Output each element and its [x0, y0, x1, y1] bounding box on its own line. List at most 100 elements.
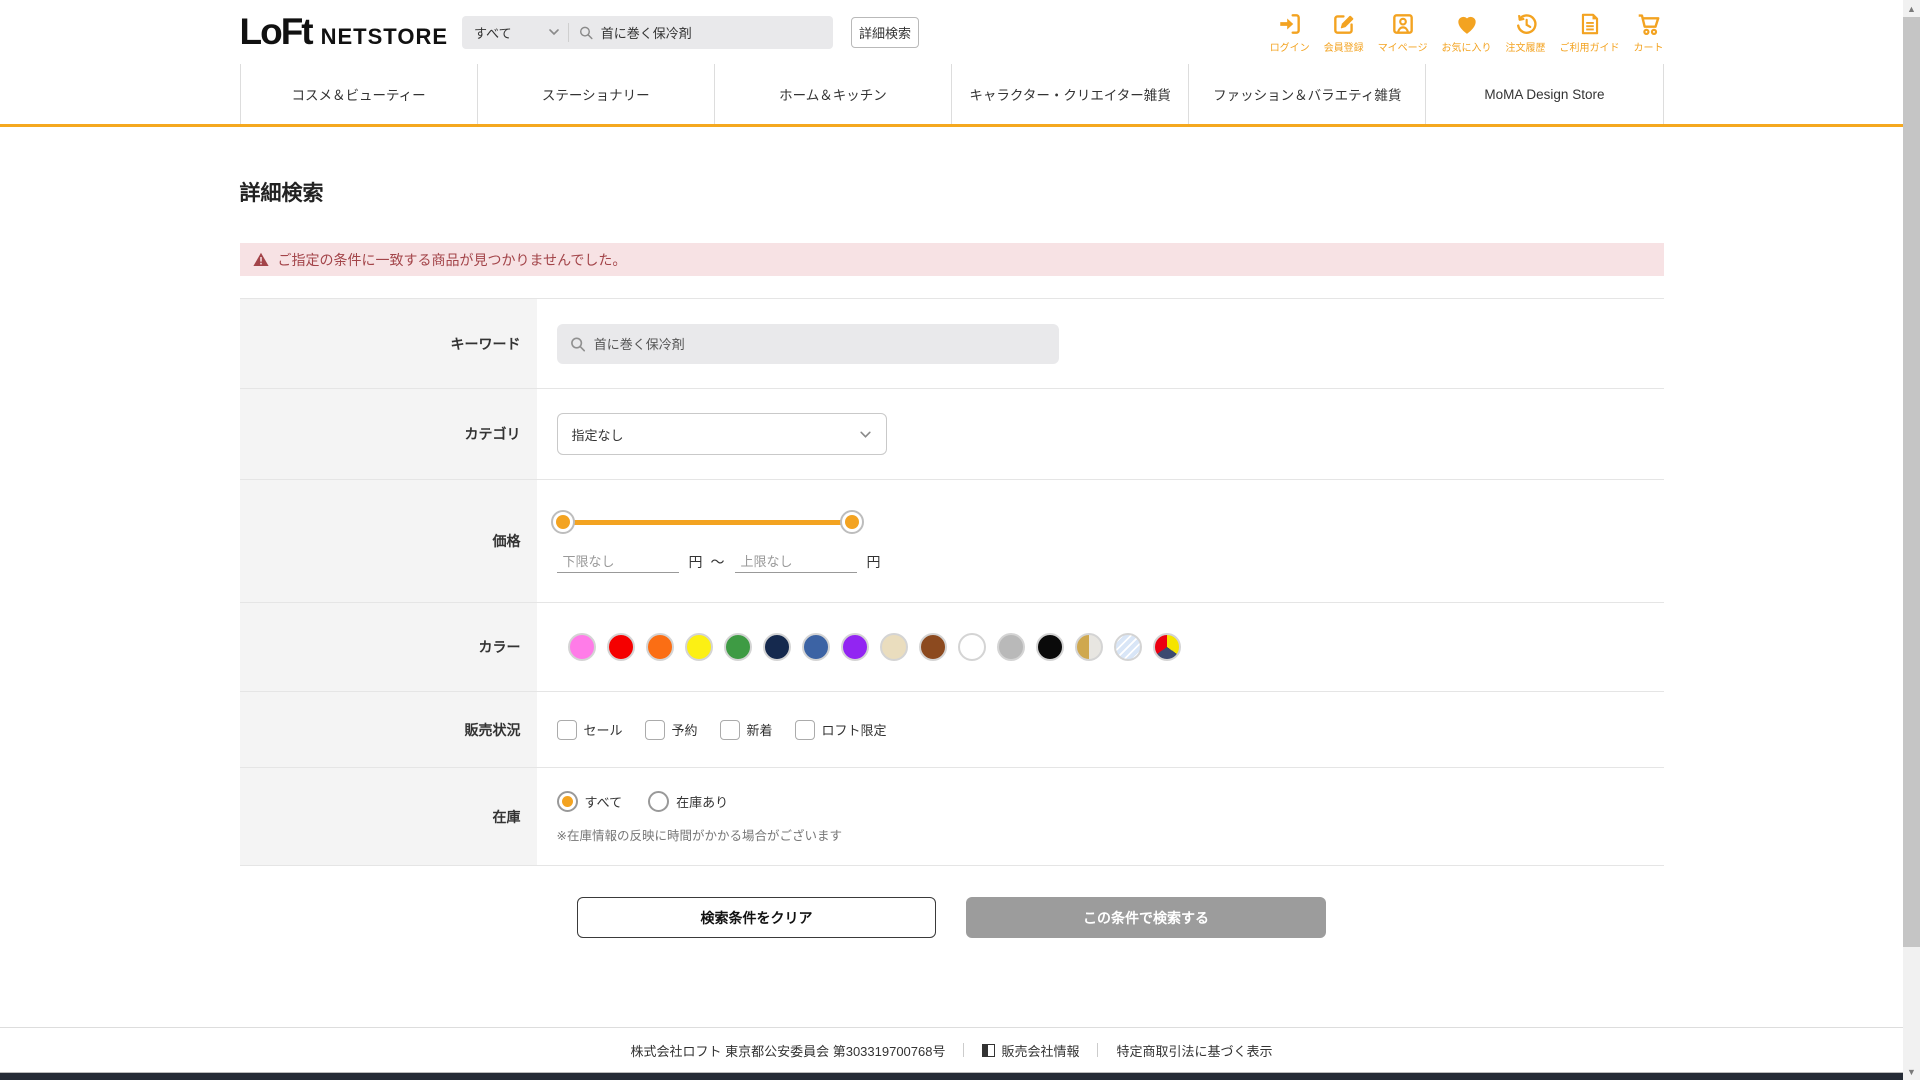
quick-link-label: マイページ	[1377, 42, 1428, 54]
status-checkbox-3[interactable]: ロフト限定	[794, 719, 887, 740]
advanced-search-button[interactable]: 詳細検索	[851, 16, 920, 48]
price-max-input[interactable]	[734, 551, 857, 573]
nav-item-0[interactable]: コスメ＆ビューティー	[239, 64, 477, 124]
page-title: 詳細検索	[239, 182, 324, 205]
keyword-input[interactable]	[593, 336, 1046, 351]
search-category-select[interactable]: すべて	[462, 16, 568, 49]
search-field	[569, 16, 833, 49]
favorites-icon	[1454, 11, 1480, 37]
search-form: キーワード カテゴリ 指定なし 価格	[239, 298, 1664, 866]
logo-netstore-text: NETSTORE	[320, 24, 449, 49]
nav-item-1[interactable]: ステーショナリー	[476, 64, 714, 124]
checkbox-unchecked[interactable]	[644, 719, 665, 740]
status-options: セール 予約 新着 ロフト限定	[556, 719, 887, 740]
checkbox-unchecked[interactable]	[794, 719, 815, 740]
clear-button[interactable]: 検索条件をクリア	[577, 897, 936, 938]
color-swatch-black[interactable]	[1035, 633, 1064, 661]
stock-radio-1[interactable]: 在庫あり	[648, 791, 728, 812]
header: LoFt NETSTORE すべて 詳細検索 ログイン会員登録マイ	[0, 0, 1903, 64]
quick-link-favorites[interactable]: お気に入り	[1442, 11, 1492, 54]
quick-link-label: ご利用ガイド	[1559, 42, 1620, 54]
category-label: カテゴリ	[239, 389, 537, 479]
status-checkbox-0[interactable]: セール	[556, 719, 623, 740]
radio-label: 在庫あり	[676, 795, 729, 810]
quick-link-register[interactable]: 会員登録	[1324, 11, 1364, 54]
search-icon	[579, 26, 593, 39]
mypage-icon	[1390, 11, 1416, 37]
color-swatch-gray[interactable]	[996, 633, 1025, 661]
login-icon	[1277, 11, 1303, 37]
color-swatch-green[interactable]	[723, 633, 752, 661]
header-search-input[interactable]	[600, 24, 824, 40]
color-swatch-yellow[interactable]	[684, 633, 713, 661]
color-swatch-clear[interactable]	[1113, 633, 1142, 661]
quick-link-login[interactable]: ログイン	[1270, 11, 1310, 54]
color-swatch-gold-silver[interactable]	[1074, 633, 1103, 661]
scrollbar-thumb[interactable]	[1903, 17, 1920, 947]
footer: 株式会社ロフト 東京都公安委員会 第303319700768号 販売会社情報 特…	[0, 1027, 1903, 1072]
form-row-stock: 在庫 すべて 在庫あり ※在庫情報の反映に時間がかかる場合がございます	[239, 767, 1664, 865]
logo-loft-text: LoFt	[239, 11, 314, 52]
cart-icon	[1636, 11, 1662, 37]
status-label: 販売状況	[239, 692, 537, 767]
price-min-input[interactable]	[556, 551, 679, 573]
quick-link-label: ログイン	[1269, 42, 1310, 54]
form-row-price: 価格 円 ～ 円	[239, 479, 1664, 602]
footer-link-company-info[interactable]: 販売会社情報	[982, 1041, 1079, 1060]
color-swatch-pink[interactable]	[567, 633, 596, 661]
footer-link-label: 販売会社情報	[1001, 1043, 1080, 1059]
keyword-input-box	[556, 323, 1059, 364]
slider-handle-max[interactable]	[839, 510, 864, 534]
quick-link-cart[interactable]: カート	[1634, 11, 1664, 54]
checkbox-unchecked[interactable]	[719, 719, 740, 740]
quick-link-label: 会員登録	[1323, 42, 1364, 54]
loft-logo[interactable]: LoFt NETSTORE	[240, 11, 449, 53]
stock-options: すべて 在庫あり	[556, 791, 1664, 812]
form-row-color: カラー	[239, 602, 1664, 691]
quick-link-label: 注文履歴	[1505, 42, 1546, 54]
scrollbar: ▲ ▼	[1903, 0, 1920, 1080]
color-swatch-brown[interactable]	[918, 633, 947, 661]
category-select[interactable]: 指定なし	[556, 413, 887, 455]
header-quick-links: ログイン 会員登録 マイページ お気に入り 注文履歴 ご利用ガイド カート	[1270, 11, 1664, 54]
quick-link-mypage[interactable]: マイページ	[1378, 11, 1428, 54]
color-swatch-red[interactable]	[606, 633, 635, 661]
radio-label: すべて	[584, 795, 623, 810]
radio-selected[interactable]	[556, 791, 578, 812]
checkbox-unchecked[interactable]	[556, 719, 577, 740]
quick-link-guide[interactable]: ご利用ガイド	[1560, 11, 1620, 54]
checkbox-label: 新着	[746, 723, 773, 738]
price-range-slider[interactable]	[550, 510, 864, 534]
scrollbar-down-arrow[interactable]: ▼	[1903, 1063, 1920, 1080]
color-swatch-multicolor[interactable]	[1152, 633, 1181, 661]
color-swatch-navy[interactable]	[762, 633, 791, 661]
main-nav: コスメ＆ビューティー ステーショナリー ホーム＆キッチン キャラクター・クリエイター雑…	[0, 64, 1903, 127]
register-icon	[1331, 11, 1357, 37]
nav-item-2[interactable]: ホーム＆キッチン	[713, 64, 951, 124]
color-swatch-orange[interactable]	[645, 633, 674, 661]
color-swatch-white[interactable]	[957, 633, 986, 661]
checkbox-label: ロフト限定	[821, 723, 887, 738]
slider-track[interactable]	[562, 520, 852, 525]
error-banner: ご指定の条件に一致する商品が見つかりませんでした。	[239, 243, 1664, 276]
keyword-label: キーワード	[239, 299, 537, 388]
color-swatch-blue[interactable]	[801, 633, 830, 661]
submit-button[interactable]: この条件で検索する	[966, 897, 1326, 938]
stock-radio-0[interactable]: すべて	[556, 791, 623, 812]
color-swatch-purple[interactable]	[840, 633, 869, 661]
yen-label: 円	[866, 554, 881, 570]
scrollbar-up-arrow[interactable]: ▲	[1903, 0, 1920, 17]
status-checkbox-2[interactable]: 新着	[719, 719, 773, 740]
nav-item-3[interactable]: キャラクター・クリエイター雑貨	[951, 64, 1188, 124]
quick-link-history[interactable]: 注文履歴	[1506, 11, 1546, 54]
slider-handle-min[interactable]	[550, 510, 575, 534]
status-checkbox-1[interactable]: 予約	[644, 719, 698, 740]
footer-link-legal[interactable]: 特定商取引法に基づく表示	[1116, 1041, 1272, 1060]
nav-item-4[interactable]: ファッション＆バラエティ雑貨	[1188, 64, 1425, 124]
radio-unselected[interactable]	[648, 791, 670, 812]
checkbox-label: 予約	[671, 723, 698, 738]
history-icon	[1513, 11, 1539, 37]
nav-item-5[interactable]: MoMA Design Store	[1425, 64, 1664, 124]
color-swatch-beige[interactable]	[879, 633, 908, 661]
color-swatches	[567, 633, 1181, 661]
